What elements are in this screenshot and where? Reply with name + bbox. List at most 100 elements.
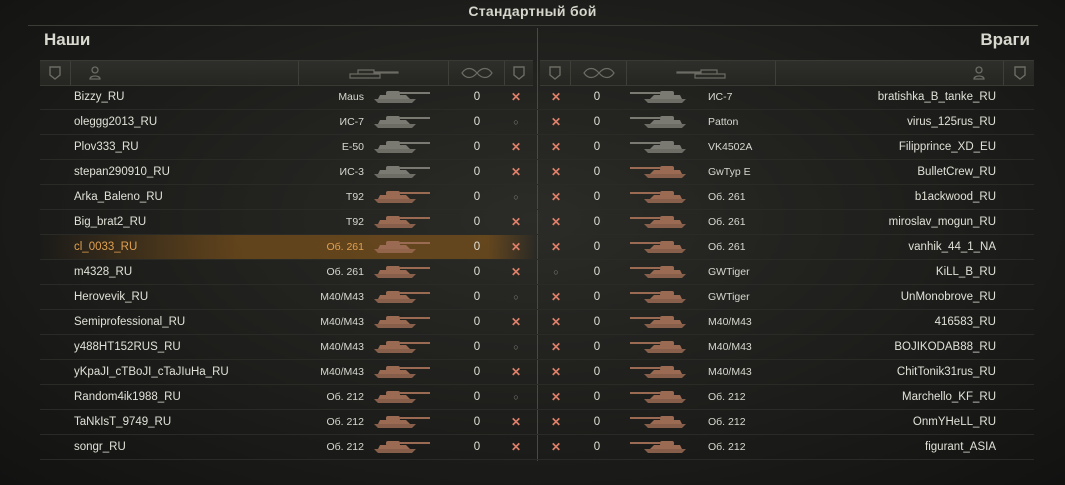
enemy-player-name[interactable]: Marchello_KF_RU	[902, 385, 996, 409]
ally-player-name[interactable]: Semiprofessional_RU	[74, 310, 185, 334]
ally-player-name[interactable]: Herovevik_RU	[74, 285, 148, 309]
ally-player-name[interactable]: Arka_Baleno_RU	[74, 185, 163, 209]
player-row[interactable]: m4328_RU Об. 261 0 ✕ ○ 0 GWTiger KiLL_B_RU	[40, 260, 1034, 285]
player-row[interactable]: yKpaJI_cTBoJI_cTaJIuHa_RU M40/M43 0 ✕ ✕ 0 M40/…	[40, 360, 1034, 385]
destroyed-x-icon: ✕	[510, 165, 522, 179]
player-row[interactable]: Semiprofessional_RU M40/M43 0 ✕ ✕ 0 M40/M43 416…	[40, 310, 1034, 335]
ally-frags: 0	[473, 441, 481, 453]
enemy-player-name[interactable]: miroslav_mogun_RU	[889, 210, 996, 234]
enemy-player-name[interactable]: bratishka_B_tanke_RU	[878, 85, 996, 109]
enemy-tank-icon	[628, 85, 696, 109]
player-row[interactable]: oleggg2013_RU ИС-7 0 ○ ✕ 0 Patton virus_125rus_…	[40, 110, 1034, 135]
frags-column-header[interactable]	[571, 61, 627, 85]
ally-player-name[interactable]: Bizzy_RU	[74, 85, 124, 109]
player-row[interactable]: y488HT152RUS_RU M40/M43 0 ○ ✕ 0 M40/M43 BOJIKOD…	[40, 335, 1034, 360]
frags-icon	[582, 67, 615, 79]
enemy-frags: 0	[593, 341, 601, 353]
player-row[interactable]: songr_RU Об. 212 0 ✕ ✕ 0 Об. 212 figurant_ASIA	[40, 435, 1034, 460]
shield-icon	[549, 66, 561, 80]
player-column-header[interactable]	[71, 61, 299, 85]
ally-tank-name: Об. 212	[326, 441, 364, 453]
vehicle-status-header[interactable]	[505, 61, 533, 85]
enemy-player-name[interactable]: figurant_ASIA	[925, 435, 996, 459]
ally-player-name[interactable]: TaNkIsT_9749_RU	[74, 410, 171, 434]
enemy-player-name[interactable]: Filipprince_XD_EU	[899, 135, 996, 159]
player-row[interactable]: Arka_Baleno_RU T92 0 ○ ✕ 0 Об. 261 b1ackwood_RU	[40, 185, 1034, 210]
enemies-column-header	[540, 60, 1034, 86]
player-row[interactable]: Bizzy_RU Maus 0 ✕ ✕ 0 ИС-7 bratishka_B_tanke_RU	[40, 85, 1034, 110]
ally-tank-icon	[372, 435, 440, 459]
tank-icon	[676, 69, 726, 79]
enemy-player-name[interactable]: virus_125rus_RU	[907, 110, 996, 134]
enemy-player-name[interactable]: b1ackwood_RU	[915, 185, 996, 209]
enemy-tank-name: M40/M43	[708, 341, 752, 353]
enemy-player-name[interactable]: 416583_RU	[935, 310, 996, 334]
enemy-frags: 0	[593, 441, 601, 453]
enemy-player-name[interactable]: vanhik_44_1_NA	[908, 235, 996, 259]
ally-frags: 0	[473, 316, 481, 328]
destroyed-x-icon: ✕	[510, 90, 522, 104]
ally-player-name[interactable]: cl_0033_RU	[74, 235, 137, 259]
ally-tank-name: Об. 261	[326, 241, 364, 253]
enemy-tank-name: ИС-7	[708, 91, 733, 103]
ally-frags: 0	[473, 266, 481, 278]
tank-column-header[interactable]	[300, 61, 449, 85]
player-row[interactable]: Herovevik_RU M40/M43 0 ○ ✕ 0 GWTiger UnMonobrov…	[40, 285, 1034, 310]
ally-tank-icon	[372, 210, 440, 234]
frags-column-header[interactable]	[449, 61, 505, 85]
player-icon	[89, 66, 101, 80]
destroyed-x-icon: ✕	[550, 240, 562, 254]
ally-tank-name: M40/M43	[320, 366, 364, 378]
ally-tank-icon	[372, 410, 440, 434]
enemy-player-name[interactable]: BOJIKODAB88_RU	[894, 335, 996, 359]
ally-tank-name: T92	[345, 216, 364, 228]
ally-tank-name: Об. 212	[326, 391, 364, 403]
destroyed-x-icon: ✕	[510, 240, 522, 254]
ally-tank-name: M40/M43	[320, 316, 364, 328]
battle-title: Стандартный бой	[468, 3, 597, 19]
enemy-player-name[interactable]: BulletCrew_RU	[917, 160, 996, 184]
enemy-player-name[interactable]: KiLL_B_RU	[936, 260, 996, 284]
status-column-header[interactable]	[1005, 61, 1034, 85]
enemies-team-label: Враги	[980, 30, 1030, 49]
battle-results-screen: Стандартный бой Наши Враги Bizzy_RU Maus…	[0, 0, 1065, 485]
ally-player-name[interactable]: Plov333_RU	[74, 135, 139, 159]
ally-frags: 0	[473, 366, 481, 378]
enemy-tank-name: GwTyp E	[708, 166, 751, 178]
enemy-frags: 0	[593, 416, 601, 428]
ally-player-name[interactable]: Random4ik1988_RU	[74, 385, 181, 409]
ally-player-name[interactable]: m4328_RU	[74, 260, 132, 284]
ally-tank-name: Maus	[338, 91, 364, 103]
ally-tank-icon	[372, 85, 440, 109]
alive-dot-icon: ○	[513, 117, 519, 127]
player-row[interactable]: Big_brat2_RU T92 0 ✕ ✕ 0 Об. 261 miroslav_mogun…	[40, 210, 1034, 235]
ally-tank-icon	[372, 260, 440, 284]
player-row[interactable]: TaNkIsT_9749_RU Об. 212 0 ✕ ✕ 0 Об. 212 OnmYHeL…	[40, 410, 1034, 435]
enemy-tank-name: Об. 212	[708, 416, 746, 428]
status-column-header[interactable]	[40, 61, 71, 85]
ally-player-name[interactable]: Big_brat2_RU	[74, 210, 146, 234]
ally-tank-name: M40/M43	[320, 341, 364, 353]
ally-player-name[interactable]: yKpaJI_cTBoJI_cTaJIuHa_RU	[74, 360, 229, 384]
enemy-player-name[interactable]: UnMonobrove_RU	[901, 285, 996, 309]
ally-player-name[interactable]: y488HT152RUS_RU	[74, 335, 181, 359]
enemy-player-name[interactable]: OnmYHeLL_RU	[913, 410, 996, 434]
player-column-header[interactable]	[776, 61, 1004, 85]
destroyed-x-icon: ✕	[550, 90, 562, 104]
ally-player-name[interactable]: stepan290910_RU	[74, 160, 170, 184]
destroyed-x-icon: ✕	[550, 115, 562, 129]
enemy-player-name[interactable]: ChitTonik31rus_RU	[897, 360, 996, 384]
enemy-tank-icon	[628, 310, 696, 334]
enemy-frags: 0	[593, 241, 601, 253]
enemy-tank-icon	[628, 435, 696, 459]
player-row[interactable]: stepan290910_RU ИС-3 0 ✕ ✕ 0 GwTyp E BulletCrew…	[40, 160, 1034, 185]
player-row[interactable]: Random4ik1988_RU Об. 212 0 ○ ✕ 0 Об. 212 Marche…	[40, 385, 1034, 410]
shield-icon	[1013, 66, 1026, 80]
frags-icon	[460, 67, 493, 79]
ally-player-name[interactable]: oleggg2013_RU	[74, 110, 157, 134]
vehicle-status-header[interactable]	[540, 61, 571, 85]
player-row[interactable]: cl_0033_RU Об. 261 0 ✕ ✕ 0 Об. 261 vanhik_44_1_…	[40, 235, 1034, 260]
ally-player-name[interactable]: songr_RU	[74, 435, 126, 459]
player-row[interactable]: Plov333_RU E-50 0 ✕ ✕ 0 VK4502A Filipprince_XD_…	[40, 135, 1034, 160]
tank-column-header[interactable]	[627, 61, 776, 85]
